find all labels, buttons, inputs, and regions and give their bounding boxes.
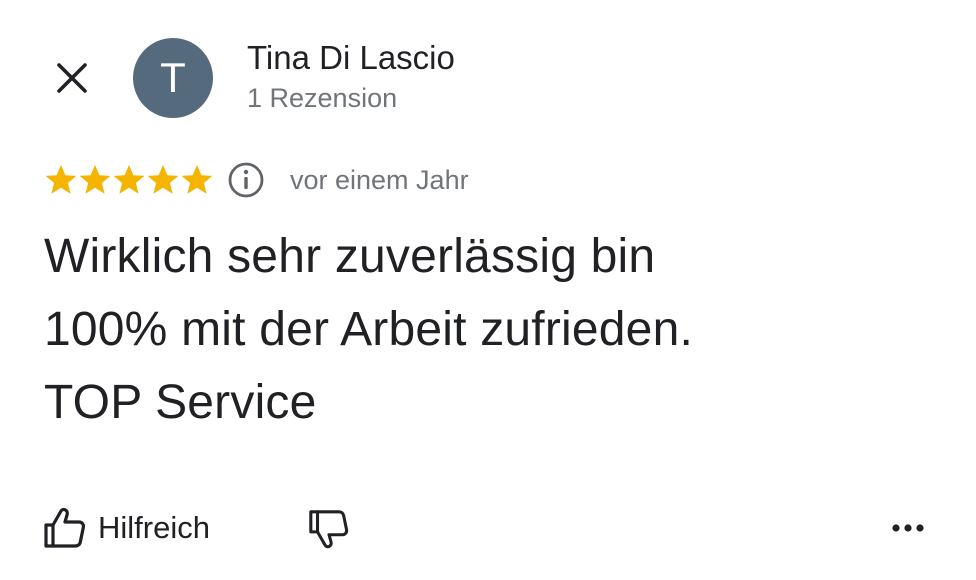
helpful-label: Hilfreich bbox=[98, 510, 210, 545]
helpful-button[interactable]: Hilfreich bbox=[42, 502, 210, 554]
not-helpful-button[interactable] bbox=[304, 504, 354, 554]
review-text-line: 100% mit der Arbeit zufrieden. bbox=[44, 303, 694, 356]
rating-row: vor einem Jahr bbox=[44, 158, 469, 202]
more-horizontal-icon bbox=[892, 524, 924, 532]
thumbs-up-icon bbox=[44, 507, 86, 548]
star-icon bbox=[113, 165, 145, 194]
close-icon bbox=[57, 63, 87, 93]
star-icon bbox=[45, 165, 77, 194]
review-text-line: TOP Service bbox=[44, 376, 317, 429]
more-options-button[interactable] bbox=[884, 508, 932, 548]
close-button[interactable] bbox=[50, 56, 94, 100]
info-button[interactable] bbox=[226, 160, 266, 200]
star-icon bbox=[79, 165, 111, 194]
review-text-line: Wirklich sehr zuverlässig bin bbox=[44, 230, 656, 283]
thumbs-down-icon bbox=[309, 510, 349, 549]
star-rating bbox=[44, 163, 214, 197]
star-icon bbox=[147, 165, 179, 194]
reviewer-review-count: 1 Rezension bbox=[247, 83, 398, 113]
info-icon bbox=[228, 162, 264, 198]
review-date: vor einem Jahr bbox=[290, 164, 469, 195]
avatar[interactable]: T bbox=[133, 38, 213, 118]
review-text: Wirklich sehr zuverlässig bin 100% mit d… bbox=[44, 220, 944, 439]
star-icon bbox=[181, 165, 213, 194]
reviewer-name[interactable]: Tina Di Lascio bbox=[247, 38, 455, 78]
